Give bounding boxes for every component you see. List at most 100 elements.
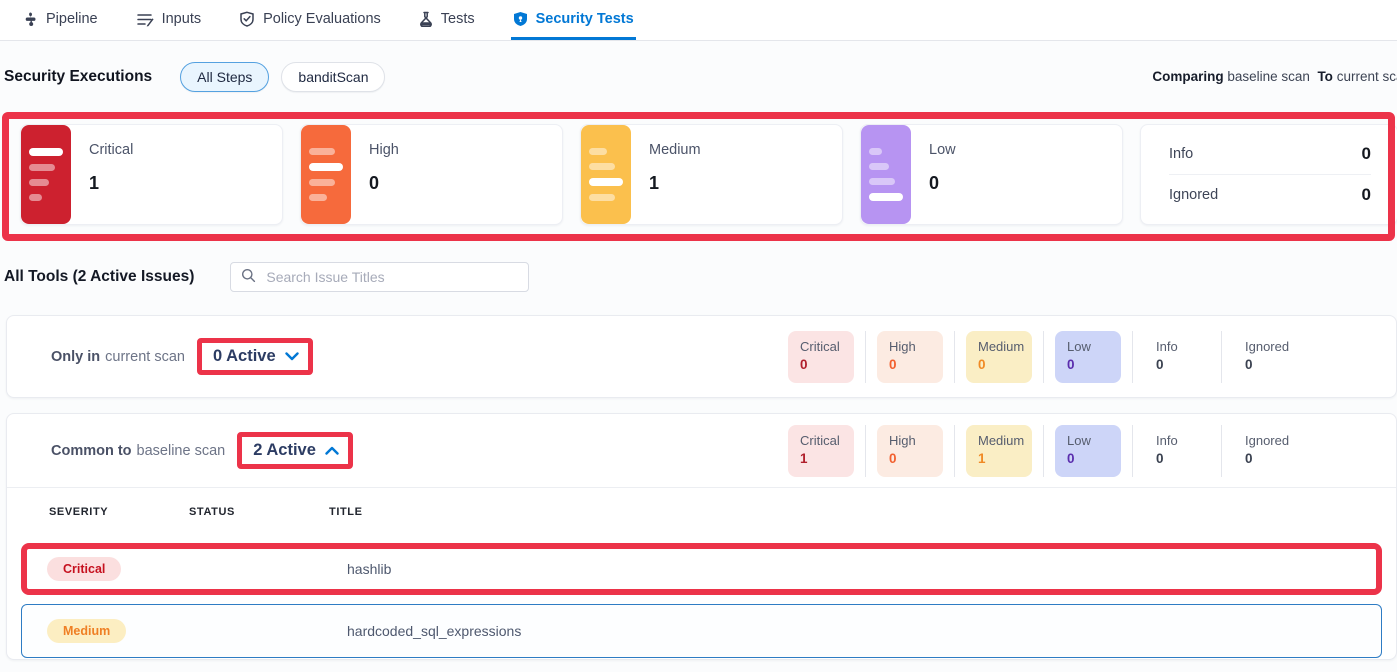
chevron-up-icon[interactable]	[325, 446, 339, 455]
chip-critical[interactable]: Critical1	[788, 425, 854, 477]
to-label: To	[1317, 69, 1333, 84]
page-title: Security Executions	[4, 68, 152, 86]
chip-label: Medium	[978, 339, 1032, 354]
column-header-severity: SEVERITY	[49, 506, 189, 518]
all-tools-heading: All Tools (2 Active Issues)	[4, 268, 194, 286]
inputs-icon	[136, 11, 154, 27]
selected-row-outline: Medium hardcoded_sql_expressions	[21, 604, 1382, 658]
tab-label: Pipeline	[46, 11, 98, 27]
section-label-bold: Common to	[51, 443, 132, 459]
active-count-label[interactable]: 0 Active	[213, 347, 276, 366]
chevron-down-icon[interactable]	[285, 352, 299, 361]
search-input[interactable]	[264, 268, 518, 286]
info-ignored-card: Info0Ignored0	[1140, 124, 1397, 225]
info-count: 0	[1362, 144, 1371, 164]
severity-card-critical[interactable]: Critical 1	[20, 124, 283, 225]
comparing-current[interactable]: current scan	[1337, 69, 1397, 84]
ignored-count: 0	[1362, 185, 1371, 205]
chip-count: 1	[978, 451, 1032, 466]
nav-tabs: Pipeline Inputs Policy Evaluations Tests Sec…	[20, 0, 636, 40]
chip-label: Low	[1067, 433, 1121, 448]
chip-divider	[954, 331, 955, 383]
active-dropdown[interactable]: 2 Active	[237, 432, 353, 469]
severity-label: Low	[929, 142, 956, 158]
step-filter-banditscan[interactable]: banditScan	[281, 62, 385, 92]
severity-count: 1	[649, 173, 701, 194]
search-box[interactable]	[230, 262, 529, 292]
chip-divider	[1132, 331, 1133, 383]
search-icon	[241, 268, 256, 286]
issues-rows: Critical hashlib Medium hardcoded_sql_ex…	[7, 543, 1396, 658]
top-nav: Pipeline Inputs Policy Evaluations Tests Sec…	[0, 0, 1397, 41]
chip-count: 0	[889, 451, 943, 466]
severity-chips: Critical1High0Medium1Low0Info0Ignored0	[788, 425, 1299, 477]
chip-label: Info	[1156, 339, 1210, 354]
chip-count: 0	[800, 357, 854, 372]
chip-info[interactable]: Info 0	[1144, 425, 1210, 477]
severity-count: 1	[89, 173, 133, 194]
severity-card-high[interactable]: High 0	[300, 124, 563, 225]
chip-count: 0	[1067, 357, 1121, 372]
severity-cards-row: Critical1High0Medium1Low0Info0Ignored0	[20, 124, 1397, 225]
chip-label: Ignored	[1245, 433, 1299, 448]
severity-chips: Critical0High0Medium0Low0Info0Ignored0	[788, 331, 1299, 383]
table-row[interactable]: Medium hardcoded_sql_expressions	[22, 605, 1381, 657]
column-header-status: STATUS	[189, 506, 329, 518]
issue-title[interactable]: hardcoded_sql_expressions	[347, 623, 521, 639]
issue-title[interactable]: hashlib	[347, 561, 391, 577]
table-row[interactable]: Critical hashlib	[27, 549, 1376, 589]
severity-gauge-icon	[301, 125, 351, 224]
chip-label: Critical	[800, 433, 854, 448]
severity-label: Critical	[89, 142, 133, 158]
chip-divider	[1221, 331, 1222, 383]
severity-card-low[interactable]: Low 0	[860, 124, 1123, 225]
chip-divider	[1132, 425, 1133, 477]
chip-count: 0	[1067, 451, 1121, 466]
comparing-label: Comparing	[1152, 69, 1223, 84]
chip-count: 0	[1245, 357, 1299, 372]
chip-count: 0	[1245, 451, 1299, 466]
severity-label: High	[369, 142, 399, 158]
chip-medium[interactable]: Medium1	[966, 425, 1032, 477]
nav-tab-inputs[interactable]: Inputs	[134, 0, 204, 40]
chip-medium[interactable]: Medium0	[966, 331, 1032, 383]
chip-high[interactable]: High0	[877, 425, 943, 477]
section-only-in-current-scan: Only in current scan 0 Active Critical0H…	[6, 315, 1397, 398]
ignored-row: Ignored0	[1169, 175, 1371, 215]
severity-label: Medium	[649, 142, 701, 158]
severity-badge: Medium	[47, 619, 126, 643]
chip-label: Info	[1156, 433, 1210, 448]
chip-ignored[interactable]: Ignored 0	[1233, 425, 1299, 477]
policy-evaluations-icon	[239, 11, 255, 27]
step-filter-all-steps[interactable]: All Steps	[180, 62, 269, 92]
chip-label: Low	[1067, 339, 1121, 354]
chip-high[interactable]: High0	[877, 331, 943, 383]
severity-count: 0	[369, 173, 399, 194]
tab-label: Inputs	[162, 11, 202, 27]
chip-critical[interactable]: Critical0	[788, 331, 854, 383]
chip-ignored[interactable]: Ignored 0	[1233, 331, 1299, 383]
severity-card-medium[interactable]: Medium 1	[580, 124, 843, 225]
column-header-title: TITLE	[329, 506, 363, 518]
active-dropdown[interactable]: 0 Active	[197, 338, 313, 375]
comparing-summary: Comparing baseline scan To current scan	[1152, 69, 1397, 84]
info-row: Info0	[1169, 134, 1371, 174]
chip-label: Ignored	[1245, 339, 1299, 354]
nav-tab-security-tests[interactable]: Security Tests	[511, 0, 636, 40]
severity-gauge-icon	[581, 125, 631, 224]
active-count-label[interactable]: 2 Active	[253, 441, 316, 460]
nav-tab-pipeline[interactable]: Pipeline	[20, 0, 100, 40]
annotation-box-row: Critical hashlib	[21, 543, 1382, 595]
chip-count: 0	[1156, 451, 1210, 466]
chip-divider	[865, 331, 866, 383]
nav-tab-policy-evaluations[interactable]: Policy Evaluations	[237, 0, 383, 40]
chip-info[interactable]: Info 0	[1144, 331, 1210, 383]
nav-tab-tests[interactable]: Tests	[417, 0, 477, 40]
severity-count: 0	[929, 173, 956, 194]
comparing-baseline[interactable]: baseline scan	[1227, 69, 1310, 84]
tab-label: Security Tests	[536, 11, 634, 27]
chip-low[interactable]: Low 0	[1055, 331, 1121, 383]
issues-table-header: SEVERITY STATUS TITLE	[7, 488, 1396, 536]
chip-low[interactable]: Low 0	[1055, 425, 1121, 477]
chip-count: 0	[1156, 357, 1210, 372]
